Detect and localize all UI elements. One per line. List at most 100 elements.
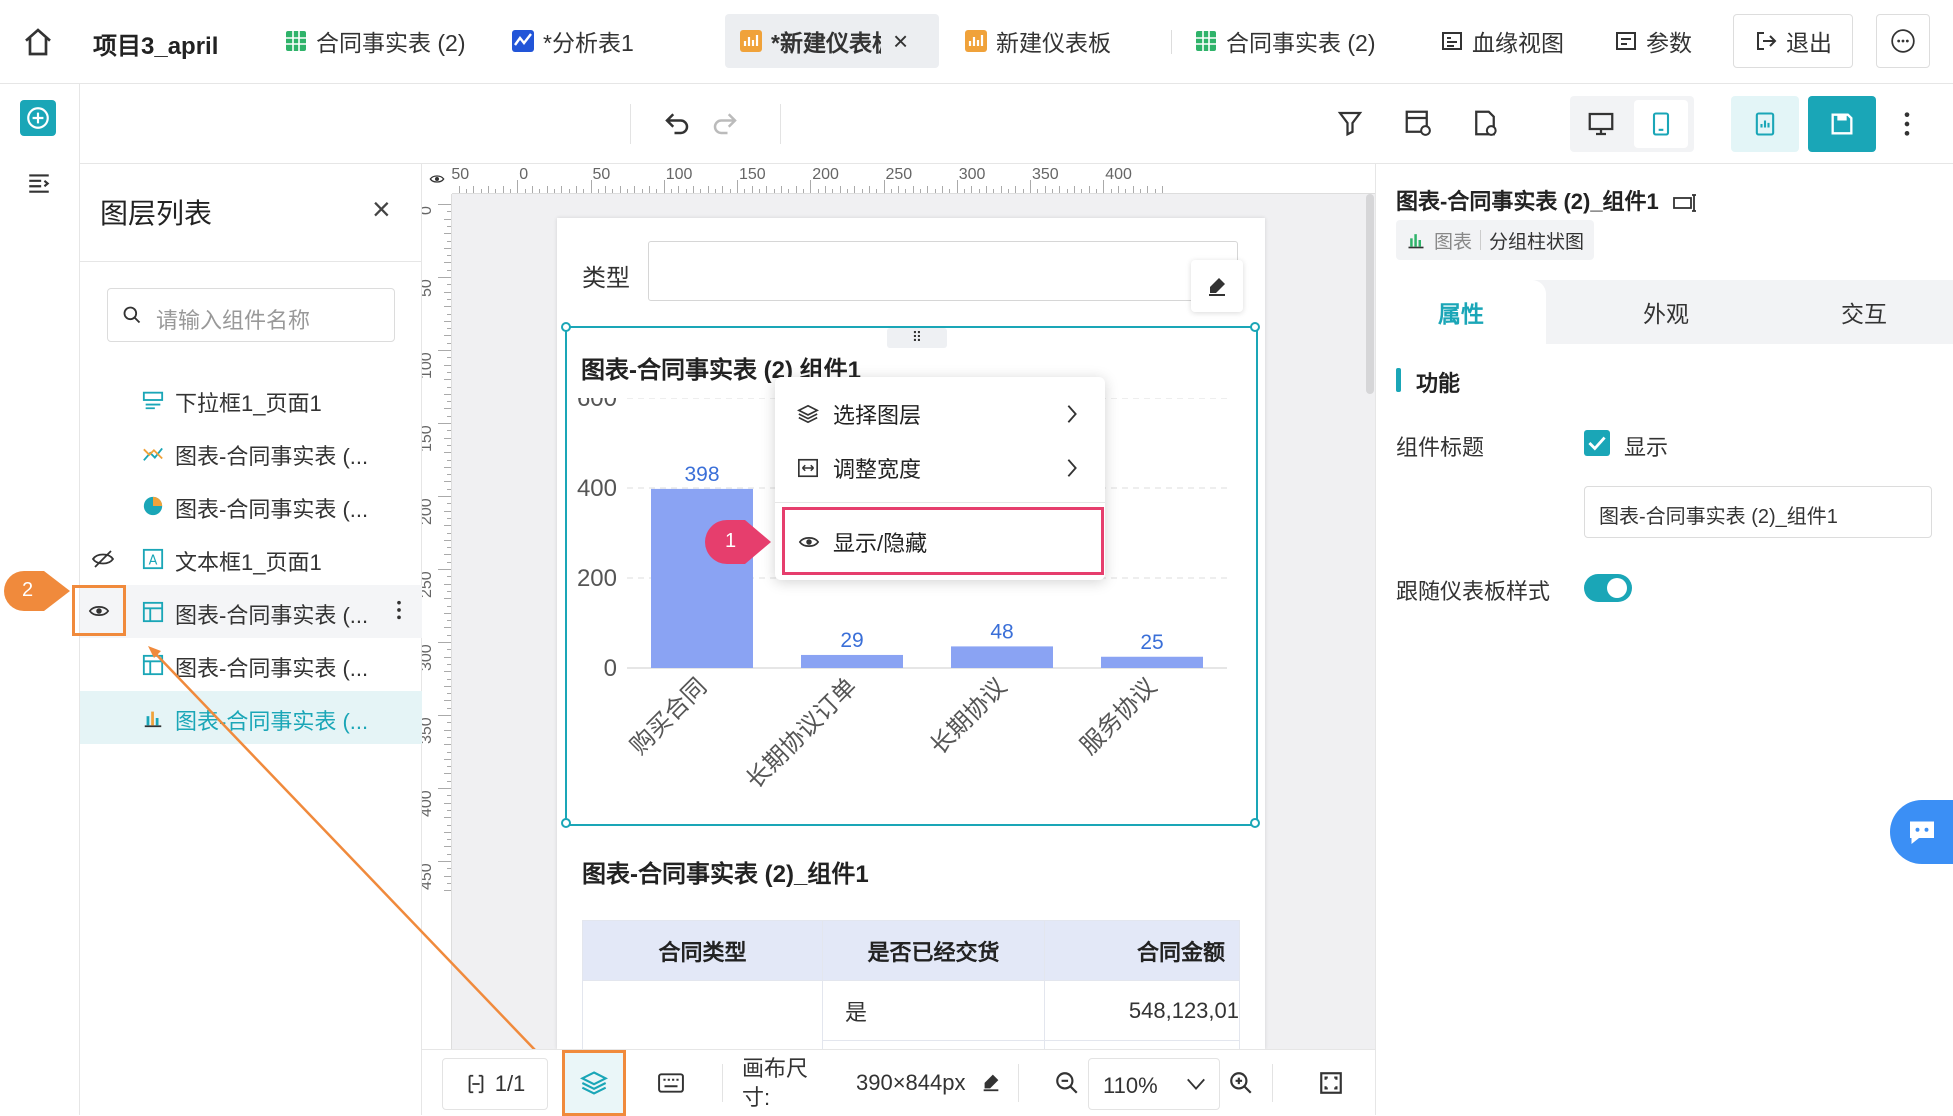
follow-style-toggle[interactable] [1584,574,1632,602]
rename-icon[interactable] [1673,193,1699,213]
layer-item-table-hovered[interactable]: 图表-合同事实表 (... [72,585,422,638]
tab-new-dashboard-active[interactable]: *新建仪表板 × [725,14,939,68]
tab-table-1[interactable]: 合同事实表 (2) [284,14,466,68]
tab-new-dashboard[interactable]: 新建仪表板 [964,14,1111,68]
ruler-tick [447,882,451,884]
home-icon[interactable] [22,26,54,58]
chat-assistant-button[interactable] [1890,800,1953,864]
eye-icon [798,537,820,547]
ruler-tick [447,547,451,549]
tab-table-2[interactable]: 合同事实表 (2) [1194,14,1376,68]
ruler-tick [447,605,451,607]
layer-item-line-chart[interactable]: 图表-合同事实表 (... [80,426,422,479]
divider [80,261,422,262]
filter-setting-icon[interactable] [1335,108,1365,143]
ruler-tick [1000,186,1002,193]
mobile-view-button[interactable] [1634,100,1688,148]
ruler-label: 200 [812,166,839,183]
eye-icon [429,175,445,183]
ruler-label: 200 [422,498,435,525]
tab-properties[interactable]: 属性 [1376,280,1546,344]
edit-button[interactable] [1191,260,1243,312]
bar [951,646,1053,668]
table-header[interactable]: 是否已经交货 [822,920,1045,981]
layout-setting-icon[interactable] [1403,108,1433,143]
zoom-in-icon[interactable] [1228,1070,1254,1101]
more-circle-icon [1891,29,1915,53]
ruler-tick [444,233,451,235]
params-button[interactable]: 参数 [1614,14,1692,68]
tab-analysis[interactable]: *分析表1 [511,14,634,68]
zoom-select[interactable]: 110% [1088,1058,1220,1110]
desktop-icon[interactable] [1586,109,1616,144]
ruler-label: 0 [422,206,436,215]
ruler-tick [444,393,451,395]
exit-button[interactable]: 退出 [1733,14,1853,68]
layer-item-dropdown[interactable]: 下拉框1_页面1 [80,373,422,426]
ruler-tick [447,620,451,622]
table-icon [1196,31,1216,51]
close-icon[interactable]: × [893,26,908,57]
kebab-menu-icon[interactable] [1902,110,1912,143]
menu-item-label: 选择图层 [833,403,922,428]
table-header[interactable]: 合同类型 [582,920,823,981]
ruler-tick [447,503,451,505]
ruler-tick [868,186,870,193]
filter-dropdown[interactable] [648,241,1238,301]
ruler-tick [444,466,451,468]
layer-item-table[interactable]: 图表-合同事实表 (... [80,638,422,691]
ruler-tick [444,744,451,746]
ruler-tick [447,298,451,300]
layer-search-input[interactable]: 请输入组件名称 [107,288,395,342]
ruler-corner[interactable] [422,164,452,194]
resize-handle[interactable] [561,818,571,828]
menu-item-select-layer[interactable]: 选择图层 [797,389,1097,439]
preview-button[interactable] [1731,96,1799,152]
page-indicator[interactable]: 1/1 [442,1058,548,1110]
close-icon[interactable]: × [372,193,391,225]
eye-hidden-icon[interactable] [90,547,116,571]
resize-handle[interactable] [1250,322,1260,332]
undo-icon[interactable] [662,108,692,143]
ruler-tick [444,481,451,483]
add-component-button[interactable] [20,100,56,136]
ruler-tick [438,277,451,278]
menu-item-adjust-width[interactable]: 调整宽度 [797,443,1097,493]
zoom-out-icon[interactable] [1054,1070,1080,1101]
ruler-tick [1147,186,1149,193]
lineage-view-button[interactable]: 血缘视图 [1440,14,1564,68]
canvas-size-value: 390×844px [856,1070,966,1095]
resize-handle[interactable] [1250,818,1260,828]
menu-item-show-hide[interactable]: 显示/隐藏 [797,517,1077,567]
save-button[interactable] [1808,96,1876,152]
layer-item-pie-chart[interactable]: 图表-合同事实表 (... [80,479,422,532]
outline-toggle-icon[interactable] [26,170,52,201]
fit-screen-icon[interactable] [1318,1070,1344,1101]
eye-visible-toggle[interactable] [72,585,126,636]
ruler-tick [444,408,451,410]
redo-icon[interactable] [710,108,740,143]
chevron-right-icon [1067,459,1077,477]
edit-size-icon[interactable] [980,1071,1002,1098]
tab-interaction[interactable]: 交互 [1774,280,1953,344]
layer-list-button[interactable] [562,1050,626,1116]
ruler-tick [1132,186,1134,193]
ruler-tick [444,554,451,556]
keyboard-icon[interactable] [658,1072,684,1099]
layer-item-bar-chart-selected[interactable]: 图表-合同事实表 (... [80,691,422,744]
resize-handle[interactable] [561,322,571,332]
drag-handle[interactable]: ⠿ [887,328,947,348]
dashboard-icon [965,30,987,52]
page-setting-icon[interactable] [1470,108,1500,143]
table-header[interactable]: 合同金额 [1044,920,1240,981]
canvas-scrollbar[interactable] [1366,194,1374,394]
ruler-tick [447,532,451,534]
show-title-checkbox[interactable] [1584,430,1610,456]
ruler-tick [444,612,451,614]
table-cell-link[interactable]: 购买合同 [582,980,823,1049]
layer-item-textbox[interactable]: A 文本框1_页面1 [80,532,422,585]
tab-appearance[interactable]: 外观 [1566,280,1766,344]
layer-more-icon[interactable] [396,599,402,627]
title-input[interactable]: 图表-合同事实表 (2)_组件1 [1584,486,1932,538]
more-button[interactable] [1876,14,1930,68]
